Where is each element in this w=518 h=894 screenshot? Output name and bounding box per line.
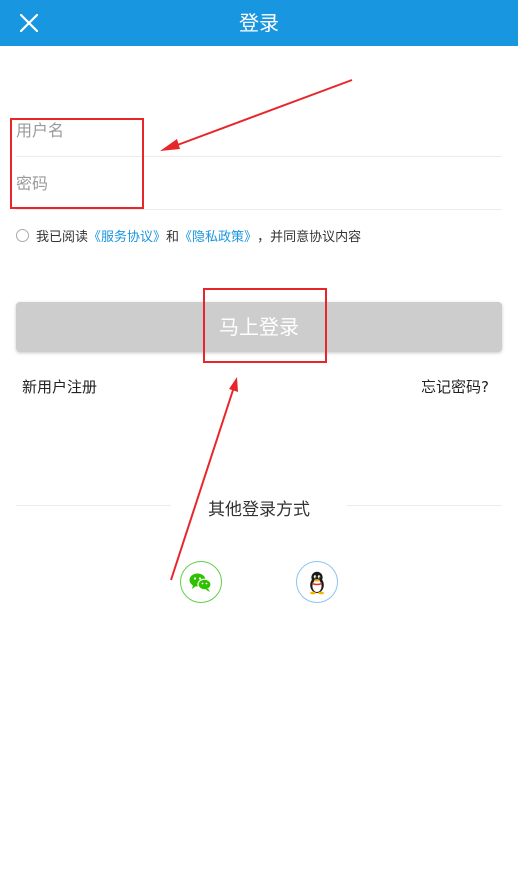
username-input[interactable] bbox=[16, 104, 502, 156]
qq-icon bbox=[310, 571, 324, 595]
other-login-label: 其他登录方式 bbox=[208, 500, 310, 520]
annotation-arrow-bottom bbox=[170, 377, 238, 581]
header-bar: 登录 bbox=[0, 0, 518, 46]
wechat-login-button[interactable] bbox=[180, 561, 222, 603]
login-button[interactable]: 马上登录 bbox=[16, 302, 502, 352]
agreement-row: 我已阅读 《服务协议》 和 《隐私政策》 ，并同意协议内容 bbox=[16, 225, 361, 245]
username-field-row bbox=[16, 104, 502, 157]
forgot-password-link[interactable]: 忘记密码? bbox=[421, 376, 489, 397]
privacy-policy-link[interactable]: 《隐私政策》 bbox=[179, 226, 257, 245]
agreement-suffix: ，并同意协议内容 bbox=[257, 229, 362, 245]
register-link[interactable]: 新用户注册 bbox=[22, 376, 97, 397]
password-field-row bbox=[16, 157, 502, 210]
agreement-and: 和 bbox=[166, 229, 180, 245]
agreement-prefix: 我已阅读 bbox=[36, 229, 89, 245]
page-title: 登录 bbox=[239, 11, 279, 35]
password-input[interactable] bbox=[16, 157, 502, 209]
service-agreement-link[interactable]: 《服务协议》 bbox=[88, 226, 166, 245]
agreement-radio[interactable] bbox=[16, 228, 29, 242]
wechat-icon bbox=[189, 573, 212, 592]
qq-login-button[interactable] bbox=[296, 561, 338, 603]
